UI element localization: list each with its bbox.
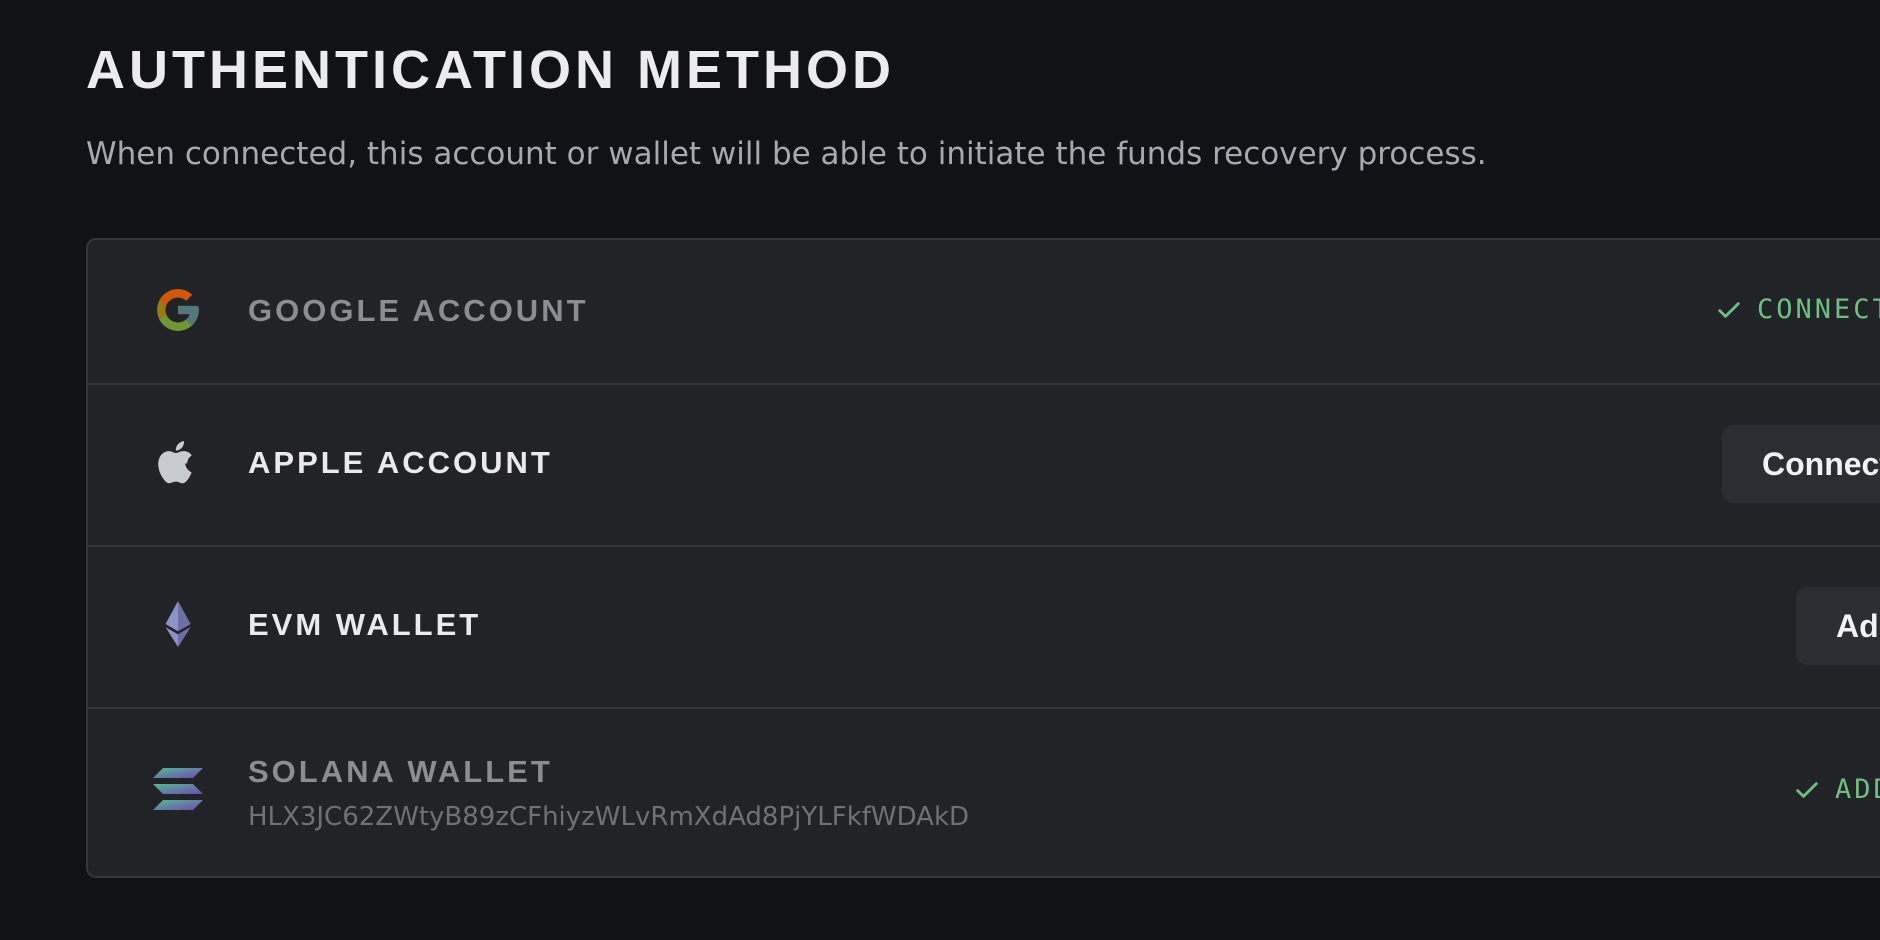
method-row-evm: EVM WALLET Add [88, 545, 1880, 709]
connect-button[interactable]: Connect [1722, 425, 1880, 503]
method-label-evm: EVM WALLET [248, 607, 482, 642]
check-icon [1793, 776, 1821, 804]
status-text: ADDED [1835, 774, 1880, 805]
wallet-address: HLX3JC62ZWtyB89zCFhiyzWLvRmXdAd8PjYLFkfW… [248, 802, 970, 832]
method-row-google: GOOGLE ACCOUNT CONNECTED [88, 240, 1880, 385]
method-label-solana: SOLANA WALLET [248, 754, 553, 789]
google-icon [153, 285, 203, 335]
check-icon [1715, 296, 1743, 324]
apple-icon [153, 437, 203, 487]
auth-methods-card: GOOGLE ACCOUNT CONNECTED APPLE ACCOUNT C… [86, 238, 1880, 878]
page-title: AUTHENTICATION METHOD [86, 40, 895, 100]
add-wallet-button[interactable]: Add [1796, 587, 1880, 665]
status-connected: CONNECTED [1715, 294, 1880, 325]
page-subtitle: When connected, this account or wallet w… [86, 136, 1487, 172]
status-added: ADDED [1793, 774, 1880, 805]
solana-icon [153, 764, 203, 814]
method-label-google: GOOGLE ACCOUNT [248, 293, 589, 328]
method-row-solana: SOLANA WALLET HLX3JC62ZWtyB89zCFhiyzWLvR… [88, 707, 1880, 880]
method-row-apple: APPLE ACCOUNT Connect [88, 383, 1880, 547]
method-label-apple: APPLE ACCOUNT [248, 445, 553, 480]
status-text: CONNECTED [1757, 294, 1880, 325]
ethereum-icon [153, 599, 203, 649]
